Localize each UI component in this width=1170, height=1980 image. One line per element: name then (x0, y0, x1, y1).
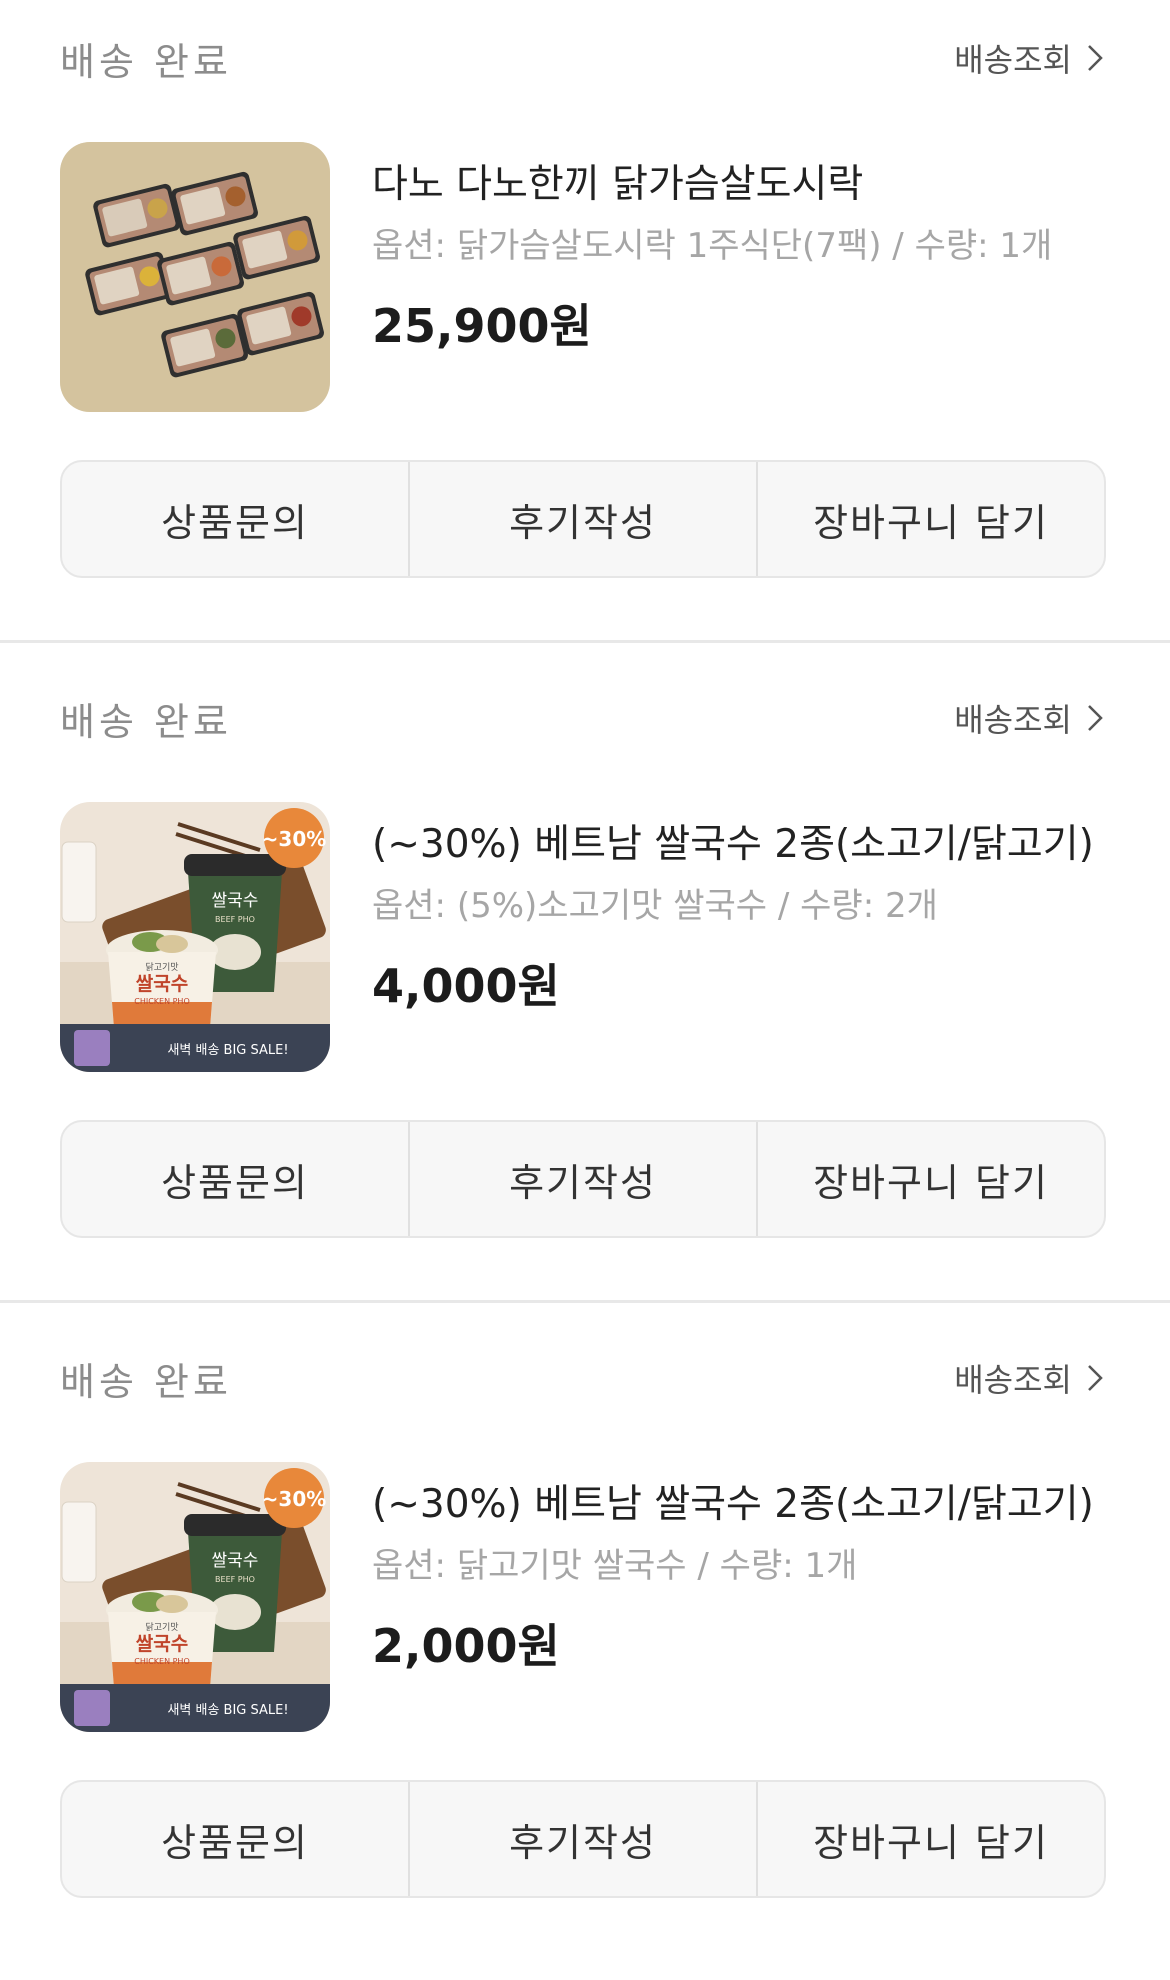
product-inquiry-button[interactable]: 상품문의 (62, 462, 410, 576)
discount-badge: ~30% (262, 1487, 327, 1511)
track-delivery-link[interactable]: 배송조회 (954, 35, 1110, 81)
section-divider (0, 640, 1170, 643)
chicken-cup-top-label: 닭고기맛 (145, 1621, 178, 1633)
product-name[interactable]: (~30%) 베트남 쌀국수 2종(소고기/닭고기) (372, 820, 1110, 870)
order-header: 배송 완료 배송조회 (60, 28, 1110, 88)
chevron-right-icon (1080, 43, 1110, 73)
product-inquiry-button[interactable]: 상품문의 (62, 1122, 410, 1236)
track-delivery-label: 배송조회 (954, 41, 1072, 79)
product-name[interactable]: (~30%) 베트남 쌀국수 2종(소고기/닭고기) (372, 1480, 1110, 1530)
chicken-cup-label: 쌀국수 (136, 1633, 188, 1655)
product-info: (~30%) 베트남 쌀국수 2종(소고기/닭고기) 옵션: 닭고기맛 쌀국수 … (372, 1480, 1110, 1676)
chevron-right-icon (1080, 703, 1110, 733)
track-delivery-label: 배송조회 (954, 1361, 1072, 1399)
track-delivery-link[interactable]: 배송조회 (954, 1355, 1110, 1401)
product-image[interactable]: 쌀국수 BEEF PHO 닭고기맛 쌀국수 CHICKEN PHO ~30% 새… (60, 1462, 330, 1732)
section-divider (0, 1300, 1170, 1303)
write-review-button[interactable]: 후기작성 (410, 1782, 758, 1896)
chevron-right-icon (1080, 1363, 1110, 1393)
product-price: 25,900원 (372, 299, 592, 353)
delivery-status: 배송 완료 (60, 39, 232, 84)
delivery-status: 배송 완료 (60, 699, 232, 744)
add-to-cart-button[interactable]: 장바구니 담기 (758, 1122, 1104, 1236)
product-inquiry-button[interactable]: 상품문의 (62, 1782, 410, 1896)
product-name[interactable]: 다노 다노한끼 닭가슴살도시락 (372, 160, 1110, 210)
order-history-page: 배송 완료 배송조회 다노 다노한끼 닭가슴살도시락 옵션: 닭가슴살도시락 1… (0, 0, 1170, 1926)
order-card: 배송 완료 배송조회 쌀국수 BEEF PHO 닭고기맛 쌀국수 CHICKEN… (0, 1320, 1170, 1980)
track-delivery-label: 배송조회 (954, 701, 1072, 739)
discount-badge: ~30% (262, 827, 327, 851)
chicken-cup-label: 쌀국수 (136, 973, 188, 995)
product-price: 2,000원 (372, 1619, 560, 1673)
order-card: 배송 완료 배송조회 쌀국수 BEEF PHO 닭고기맛 쌀국수 CHICKEN… (0, 660, 1170, 1320)
beef-cup-label: 쌀국수 (212, 1551, 259, 1571)
product-image[interactable]: 쌀국수 BEEF PHO 닭고기맛 쌀국수 CHICKEN PHO ~30% 새… (60, 802, 330, 1072)
track-delivery-link[interactable]: 배송조회 (954, 695, 1110, 741)
product-option: 옵션: (5%)소고기맛 쌀국수 / 수량: 2개 (372, 886, 938, 926)
order-action-buttons: 상품문의 후기작성 장바구니 담기 (60, 460, 1106, 578)
product-option: 옵션: 닭고기맛 쌀국수 / 수량: 1개 (372, 1546, 858, 1586)
add-to-cart-button[interactable]: 장바구니 담기 (758, 1782, 1104, 1896)
order-card: 배송 완료 배송조회 다노 다노한끼 닭가슴살도시락 옵션: 닭가슴살도시락 1… (0, 0, 1170, 660)
write-review-button[interactable]: 후기작성 (410, 462, 758, 576)
product-image[interactable] (60, 142, 330, 412)
beef-cup-sublabel: BEEF PHO (215, 1575, 255, 1584)
sale-banner-text: 새벽 배송 BIG SALE! (167, 1043, 288, 1058)
product-info: 다노 다노한끼 닭가슴살도시락 옵션: 닭가슴살도시락 1주식단(7팩) / 수… (372, 160, 1110, 356)
add-to-cart-button[interactable]: 장바구니 담기 (758, 462, 1104, 576)
beef-cup-label: 쌀국수 (212, 891, 259, 911)
sale-banner-text: 새벽 배송 BIG SALE! (167, 1703, 288, 1718)
order-header: 배송 완료 배송조회 (60, 1348, 1110, 1408)
delivery-status: 배송 완료 (60, 1359, 232, 1404)
product-info: (~30%) 베트남 쌀국수 2종(소고기/닭고기) 옵션: (5%)소고기맛 … (372, 820, 1110, 1016)
chicken-cup-sublabel: CHICKEN PHO (134, 997, 190, 1006)
chicken-cup-top-label: 닭고기맛 (145, 961, 178, 973)
product-price: 4,000원 (372, 959, 560, 1013)
order-action-buttons: 상품문의 후기작성 장바구니 담기 (60, 1780, 1106, 1898)
chicken-cup-sublabel: CHICKEN PHO (134, 1657, 190, 1666)
order-header: 배송 완료 배송조회 (60, 688, 1110, 748)
product-option: 옵션: 닭가슴살도시락 1주식단(7팩) / 수량: 1개 (372, 226, 1053, 266)
write-review-button[interactable]: 후기작성 (410, 1122, 758, 1236)
order-action-buttons: 상품문의 후기작성 장바구니 담기 (60, 1120, 1106, 1238)
beef-cup-sublabel: BEEF PHO (215, 915, 255, 924)
